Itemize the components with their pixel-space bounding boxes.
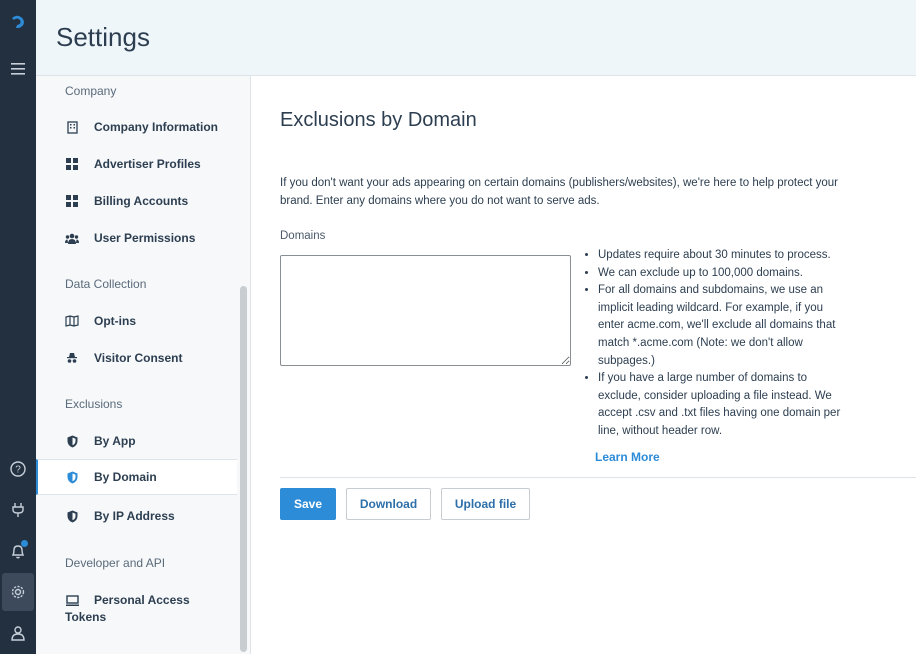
domains-input[interactable] <box>280 255 571 366</box>
note-item: Updates require about 30 minutes to proc… <box>598 247 852 265</box>
nav-item-label: User Permissions <box>94 231 196 245</box>
note-item: If you have a large number of domains to… <box>598 370 852 440</box>
nav-item-user-permissions[interactable]: User Permissions <box>36 220 236 256</box>
app-rail: ? <box>0 0 36 654</box>
user-icon[interactable] <box>0 614 36 652</box>
bell-icon[interactable] <box>0 532 36 570</box>
svg-text:?: ? <box>15 465 21 476</box>
divider <box>280 477 916 478</box>
settings-nav: Company Company Information Advertiser P… <box>36 76 251 654</box>
nav-item-label: Opt-ins <box>94 314 136 328</box>
shield-icon <box>65 434 79 448</box>
token-icon <box>65 594 79 608</box>
gear-icon[interactable] <box>2 573 34 611</box>
nav-section-developer-api: Developer and API <box>65 556 166 570</box>
logo-icon[interactable] <box>0 4 36 42</box>
nav-scrollbar[interactable] <box>240 286 247 652</box>
nav-section-exclusions: Exclusions <box>65 397 123 411</box>
nav-item-label: By Domain <box>94 470 157 484</box>
nav-section-data-collection: Data Collection <box>65 277 147 291</box>
users-icon <box>65 231 79 245</box>
building-icon <box>65 120 79 134</box>
grid-icon <box>65 157 79 171</box>
page-header: Settings <box>36 0 916 76</box>
download-button[interactable]: Download <box>346 488 431 520</box>
domain-notes: Updates require about 30 minutes to proc… <box>582 247 852 441</box>
nav-item-label: Company Information <box>94 120 219 134</box>
main-content: Exclusions by Domain If you don't want y… <box>252 76 916 654</box>
plug-icon[interactable] <box>0 491 36 529</box>
shield-icon <box>65 509 79 523</box>
upload-file-button[interactable]: Upload file <box>441 488 530 520</box>
notification-dot <box>21 540 28 547</box>
incognito-icon <box>65 351 79 365</box>
note-item: We can exclude up to 100,000 domains. <box>598 265 852 283</box>
nav-item-label: Billing Accounts <box>94 194 189 208</box>
domains-label: Domains <box>280 230 326 242</box>
page-title: Settings <box>56 22 150 52</box>
map-icon <box>65 314 79 328</box>
nav-item-billing-accounts[interactable]: Billing Accounts <box>36 183 236 219</box>
section-title: Exclusions by Domain <box>280 109 477 131</box>
nav-item-visitor-consent[interactable]: Visitor Consent <box>36 340 236 376</box>
nav-item-company-information[interactable]: Company Information <box>36 109 236 145</box>
note-item: For all domains and subdomains, we use a… <box>598 282 852 370</box>
nav-item-advertiser-profiles[interactable]: Advertiser Profiles <box>36 146 236 182</box>
shield-icon <box>65 470 79 484</box>
nav-item-label: Personal Access Tokens <box>65 593 190 624</box>
nav-item-label: Visitor Consent <box>94 351 183 365</box>
learn-more-link[interactable]: Learn More <box>595 450 660 464</box>
menu-icon[interactable] <box>0 50 36 88</box>
nav-item-label: By IP Address <box>94 509 175 523</box>
nav-item-label: By App <box>94 434 136 448</box>
nav-item-label: Advertiser Profiles <box>94 157 201 171</box>
nav-item-by-ip-address[interactable]: By IP Address <box>36 498 236 534</box>
save-button[interactable]: Save <box>280 488 336 520</box>
nav-item-by-app[interactable]: By App <box>36 423 236 459</box>
nav-section-company: Company <box>65 84 117 98</box>
nav-item-by-domain[interactable]: By Domain <box>36 459 237 495</box>
intro-text: If you don't want your ads appearing on … <box>280 177 838 207</box>
nav-item-personal-access-tokens[interactable]: Personal Access Tokens <box>36 592 236 632</box>
nav-item-opt-ins[interactable]: Opt-ins <box>36 303 236 339</box>
help-icon[interactable]: ? <box>0 450 36 488</box>
grid-icon <box>65 194 79 208</box>
